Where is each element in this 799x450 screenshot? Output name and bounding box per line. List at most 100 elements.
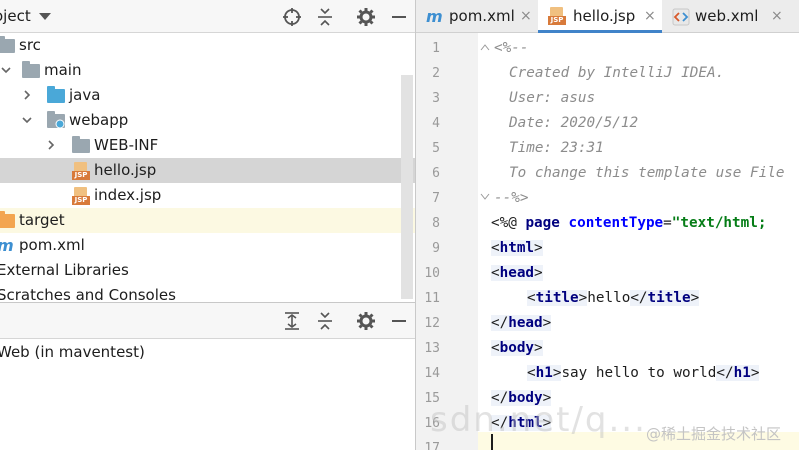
code-line-3: User: asus	[509, 90, 596, 106]
dropdown-caret-icon	[38, 13, 51, 20]
h1-close-tag: h1	[733, 365, 751, 381]
code-line-12: </head>	[491, 315, 552, 331]
code-line-11: <title>hello</title>	[527, 290, 700, 306]
code-line-14: <h1>say hello to world</h1>	[527, 365, 760, 381]
excluded-folder-icon	[0, 211, 15, 228]
minimize-icon[interactable]	[388, 6, 410, 28]
editor-tab-bar: m pom.xml × JSP hello.jsp × web.xml ×	[416, 0, 799, 33]
close-icon[interactable]: ×	[520, 0, 532, 33]
h1-tag: h1	[535, 365, 553, 381]
head-tag: head	[499, 265, 535, 281]
jsp-icon: JSP	[548, 7, 566, 25]
expand-all-icon[interactable]	[281, 310, 303, 332]
tree-item-external-libraries[interactable]: External Libraries	[0, 258, 415, 283]
collapse-all-icon[interactable]	[314, 310, 336, 332]
code-line-7: --%>	[494, 190, 529, 206]
tree-item-label: WEB-INF	[94, 136, 159, 154]
tree-item-webapp[interactable]: webapp	[0, 108, 415, 133]
tab-web-xml[interactable]: web.xml ×	[662, 0, 799, 33]
tree-item-hello-jsp[interactable]: JSP hello.jsp	[0, 158, 415, 183]
tree-item-index-jsp[interactable]: JSP index.jsp	[0, 183, 415, 208]
tree-item-label: src	[19, 36, 41, 54]
gear-icon[interactable]	[355, 6, 377, 28]
xml-icon	[672, 8, 690, 26]
tree-item-label: External Libraries	[0, 261, 129, 279]
code-line-2: Created by IntelliJ IDEA.	[509, 65, 725, 81]
project-scrollbar[interactable]	[401, 75, 413, 299]
chevron-down-icon[interactable]	[21, 114, 33, 126]
tree-item-label: index.jsp	[94, 186, 162, 204]
tree-item-target[interactable]: target	[0, 208, 415, 233]
code-line-9: <html>	[491, 240, 543, 256]
folder-icon	[22, 61, 40, 78]
project-panel: oject src main java webapp	[0, 0, 415, 302]
locate-file-icon[interactable]	[281, 6, 303, 28]
services-panel: Web (in maventest)	[0, 302, 415, 450]
html-tag: html	[499, 240, 535, 256]
fold-collapse-icon[interactable]	[480, 42, 490, 52]
code-line-13: <body>	[491, 340, 543, 356]
tree-item-label: target	[19, 211, 65, 229]
editor-area: m pom.xml × JSP hello.jsp × web.xml × 1 …	[416, 0, 799, 450]
tree-item-label: webapp	[69, 111, 129, 129]
services-toolwindow-header	[0, 303, 415, 339]
jsp-file-icon: JSP	[72, 162, 90, 180]
chevron-right-icon[interactable]	[21, 89, 33, 101]
title-tag: title	[535, 290, 579, 306]
tree-item-label: pom.xml	[19, 236, 85, 254]
jsp-directive-open: <%@	[491, 215, 526, 231]
code-line-4: Date: 2020/5/12	[509, 115, 639, 131]
maven-file-icon: m	[0, 233, 14, 258]
folder-icon	[0, 36, 15, 53]
close-icon[interactable]: ×	[771, 0, 783, 33]
h1-text: say hello to world	[561, 365, 717, 381]
code-line-8: <%@ page contentType="text/html;	[491, 211, 766, 236]
head-close-tag: head	[508, 315, 543, 331]
jsp-attribute-value: "text/html;	[671, 215, 767, 231]
tab-hello-jsp[interactable]: JSP hello.jsp ×	[538, 0, 662, 33]
tab-label: web.xml	[695, 7, 759, 25]
folder-icon	[72, 136, 90, 153]
tree-item-label: Scratches and Consoles	[0, 286, 176, 302]
jsp-attribute-eq: =	[663, 215, 672, 231]
project-view-selector[interactable]: oject	[0, 7, 51, 25]
code-line-1: <%--	[494, 40, 529, 56]
jsp-file-icon: JSP	[72, 187, 90, 205]
tree-item-src[interactable]: src	[0, 33, 415, 58]
chevron-down-icon[interactable]	[0, 64, 12, 76]
title-text: hello	[587, 290, 631, 306]
jsp-directive-keyword: page	[525, 215, 569, 231]
globe-icon	[55, 119, 65, 129]
jsp-attribute-name: contentType	[568, 215, 664, 231]
tab-label: pom.xml	[449, 7, 515, 25]
body-tag: body	[499, 340, 535, 356]
maven-icon: m	[426, 7, 443, 26]
watermark: @稀土掘金技术社区	[646, 425, 782, 443]
services-item-web[interactable]: Web (in maventest)	[0, 341, 145, 363]
tree-item-pom-xml[interactable]: m pom.xml	[0, 233, 415, 258]
tree-item-label: java	[69, 86, 101, 104]
fold-end-icon[interactable]	[480, 192, 490, 202]
tab-label: hello.jsp	[573, 7, 636, 25]
tree-item-java[interactable]: java	[0, 83, 415, 108]
gear-icon[interactable]	[355, 310, 377, 332]
code-area[interactable]: <%-- Created by IntelliJ IDEA. User: asu…	[416, 33, 799, 450]
collapse-all-icon[interactable]	[314, 6, 336, 28]
title-close-tag: title	[647, 290, 691, 306]
code-line-10: <head>	[491, 265, 543, 281]
code-line-6: To change this template use File	[509, 165, 785, 181]
close-icon[interactable]: ×	[644, 0, 656, 33]
source-folder-icon	[47, 86, 65, 103]
project-view-label: oject	[0, 7, 31, 25]
tree-item-scratches[interactable]: Scratches and Consoles	[0, 283, 415, 302]
tree-item-label: main	[44, 61, 82, 79]
project-toolwindow-header: oject	[0, 0, 415, 33]
tree-item-web-inf[interactable]: WEB-INF	[0, 133, 415, 158]
chevron-right-icon[interactable]	[45, 139, 57, 151]
code-line-5: Time: 23:31	[509, 140, 604, 156]
watermark-url: sdn.net/q...	[430, 400, 647, 440]
minimize-icon[interactable]	[388, 310, 410, 332]
tree-item-label: hello.jsp	[94, 161, 157, 179]
tree-item-main[interactable]: main	[0, 58, 415, 83]
tab-pom-xml[interactable]: m pom.xml ×	[416, 0, 538, 33]
